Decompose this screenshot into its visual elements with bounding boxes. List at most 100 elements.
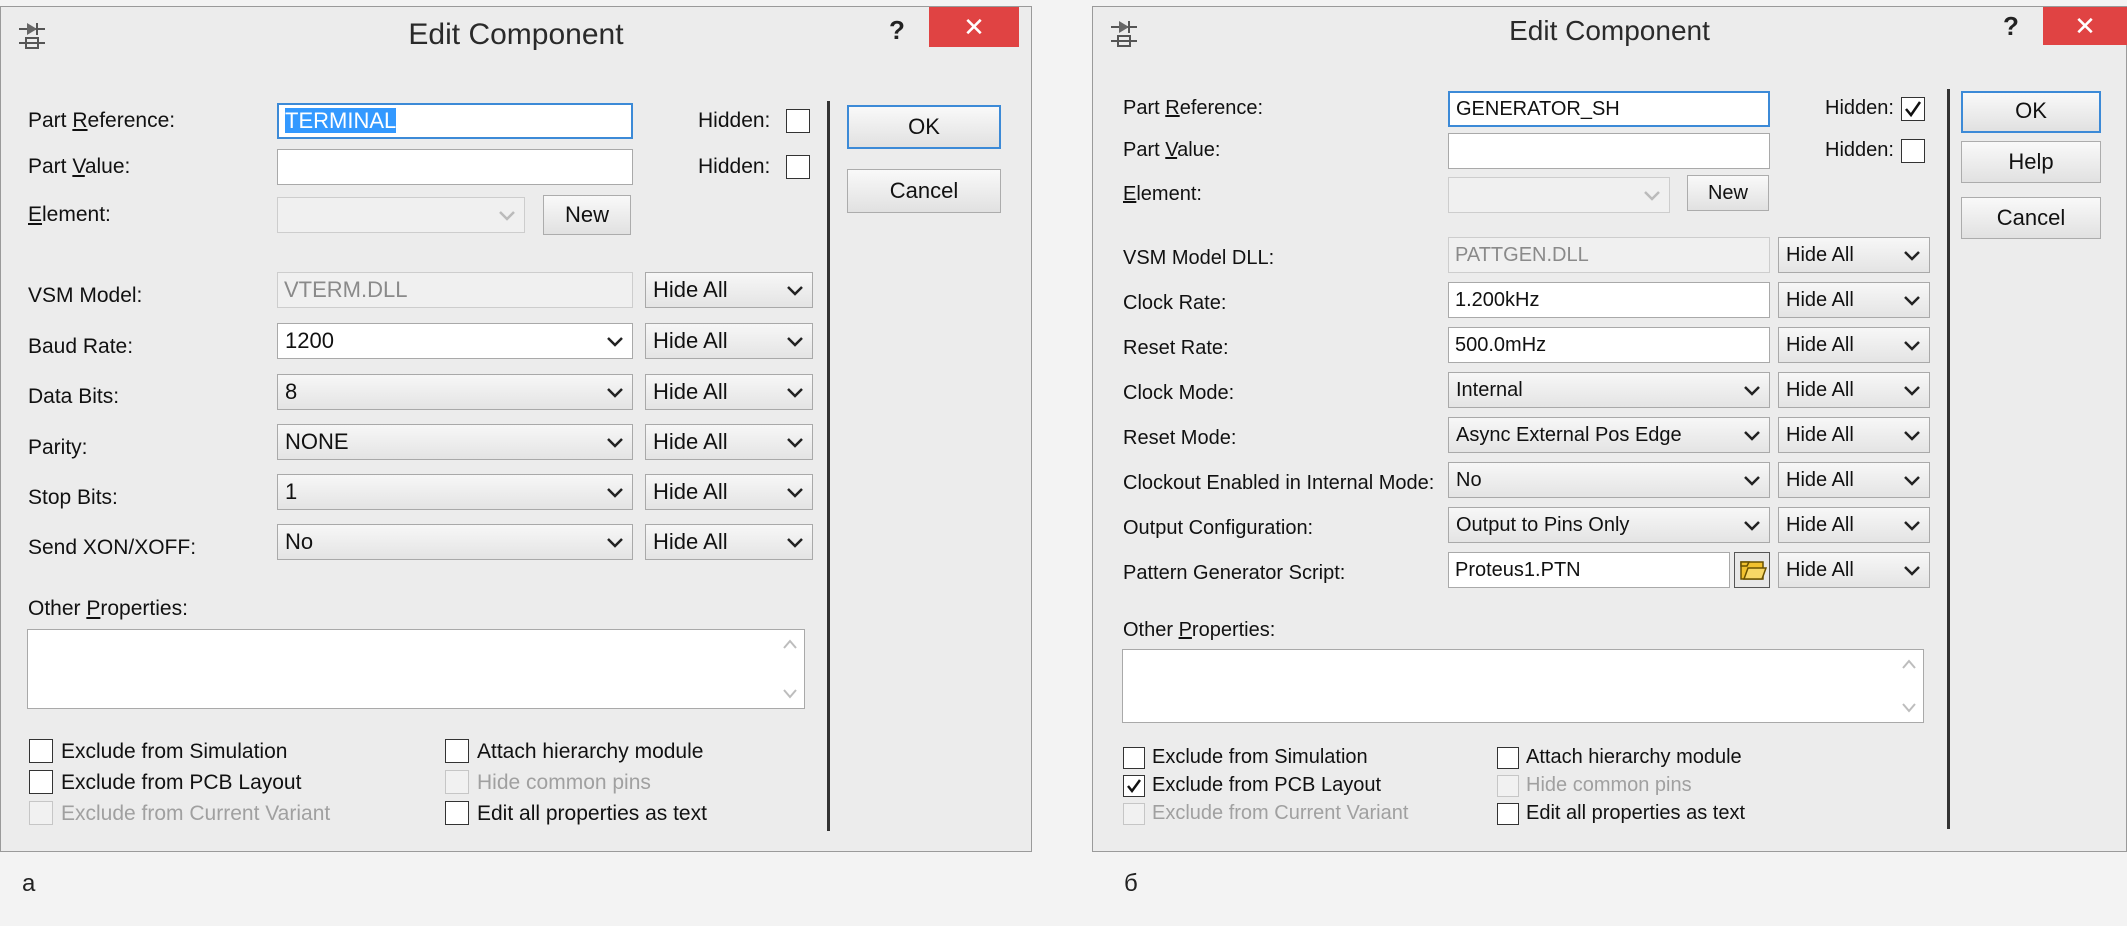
- title-bar[interactable]: Edit Component ? ✕: [1093, 7, 2127, 63]
- vsm-model-input: VTERM.DLL: [277, 272, 633, 308]
- element-select[interactable]: [1448, 177, 1670, 213]
- vsm-model-dll-visibility-select[interactable]: Hide All: [1778, 237, 1930, 273]
- help-button[interactable]: ?: [2003, 11, 2019, 42]
- vertical-separator: [827, 101, 830, 831]
- edit-as-text-label: Edit all properties as text: [477, 802, 707, 825]
- edit-as-text-label: Edit all properties as text: [1526, 802, 1745, 824]
- chevron-down-icon: [1899, 463, 1925, 497]
- textarea-scrollbar[interactable]: [776, 630, 804, 708]
- output-configuration-visibility-select[interactable]: Hide All: [1778, 507, 1930, 543]
- stop-bits-select[interactable]: 1: [277, 474, 633, 510]
- attach-hierarchy-checkbox[interactable]: [445, 739, 469, 763]
- prop-label: Data Bits:: [28, 385, 120, 408]
- title-bar[interactable]: Edit Component ? ✕: [1, 7, 1031, 67]
- scroll-up-icon[interactable]: [1901, 658, 1917, 670]
- textarea-scrollbar[interactable]: [1895, 650, 1923, 722]
- prop-label: VSM Model:: [28, 284, 143, 307]
- part-reference-hidden-checkbox[interactable]: [1901, 97, 1925, 121]
- chevron-down-icon: [1739, 508, 1765, 542]
- ok-button[interactable]: OK: [847, 105, 1001, 149]
- chevron-down-icon: [1739, 373, 1765, 407]
- element-label: Element:: [1123, 183, 1202, 205]
- help-button[interactable]: ?: [889, 15, 905, 46]
- data-bits-visibility-select[interactable]: Hide All: [645, 374, 813, 410]
- close-button[interactable]: ✕: [2043, 7, 2127, 45]
- clock-mode-visibility-select[interactable]: Hide All: [1778, 372, 1930, 408]
- exclude-variant-checkbox: [1123, 803, 1145, 825]
- send-xon-xoff-select[interactable]: No: [277, 524, 633, 560]
- reset-mode-visibility-select[interactable]: Hide All: [1778, 417, 1930, 453]
- clock-mode-select[interactable]: Internal: [1448, 372, 1770, 408]
- exclude-simulation-label: Exclude from Simulation: [1152, 746, 1368, 768]
- part-value-hidden-checkbox[interactable]: [786, 155, 810, 179]
- chevron-down-icon: [602, 525, 628, 559]
- element-select[interactable]: [277, 197, 525, 233]
- output-configuration-select[interactable]: Output to Pins Only: [1448, 507, 1770, 543]
- prop-label: Baud Rate:: [28, 335, 134, 358]
- element-label: Element:: [28, 203, 111, 226]
- part-value-hidden-checkbox[interactable]: [1901, 139, 1925, 163]
- chevron-down-icon: [1899, 238, 1925, 272]
- baud-rate-visibility-select[interactable]: Hide All: [645, 323, 813, 359]
- scroll-down-icon[interactable]: [1901, 702, 1917, 714]
- chevron-down-icon: [1899, 373, 1925, 407]
- part-reference-input[interactable]: GENERATOR_SH: [1448, 91, 1770, 127]
- prop-label: Clock Mode:: [1123, 382, 1235, 404]
- exclude-pcb-label: Exclude from PCB Layout: [61, 771, 302, 794]
- close-button[interactable]: ✕: [929, 7, 1019, 47]
- new-element-button[interactable]: New: [1687, 175, 1769, 211]
- pattern-script-visibility-select[interactable]: Hide All: [1778, 552, 1930, 588]
- cancel-button[interactable]: Cancel: [1961, 197, 2101, 239]
- vsm-model-dll-input: PATTGEN.DLL: [1448, 237, 1770, 273]
- chevron-down-icon: [602, 375, 628, 409]
- scroll-up-icon[interactable]: [782, 638, 798, 650]
- clock-rate-visibility-select[interactable]: Hide All: [1778, 282, 1930, 318]
- edit-as-text-checkbox[interactable]: [1497, 803, 1519, 825]
- ok-button[interactable]: OK: [1961, 91, 2101, 133]
- parity-visibility-select[interactable]: Hide All: [645, 424, 813, 460]
- part-reference-hidden-checkbox[interactable]: [786, 109, 810, 133]
- hidden-label: Hidden:: [698, 155, 771, 178]
- chevron-down-icon: [1739, 463, 1765, 497]
- stop-bits-visibility-select[interactable]: Hide All: [645, 474, 813, 510]
- reset-rate-input[interactable]: 500.0mHz: [1448, 327, 1770, 363]
- edit-as-text-checkbox[interactable]: [445, 801, 469, 825]
- checkmark-icon: [1127, 779, 1142, 794]
- browse-script-button[interactable]: [1734, 552, 1770, 588]
- figure-caption-b: б: [1124, 870, 1138, 897]
- clockout-enabled-visibility-select[interactable]: Hide All: [1778, 462, 1930, 498]
- reset-mode-select[interactable]: Async External Pos Edge: [1448, 417, 1770, 453]
- part-reference-input[interactable]: TERMINAL: [277, 103, 633, 139]
- prop-label: VSM Model DLL:: [1123, 247, 1275, 269]
- hide-common-pins-checkbox: [1497, 775, 1519, 797]
- reset-rate-visibility-select[interactable]: Hide All: [1778, 327, 1930, 363]
- part-value-input[interactable]: [1448, 133, 1770, 169]
- other-properties-label: Other Properties:: [1123, 619, 1276, 641]
- new-element-button[interactable]: New: [543, 195, 631, 235]
- send-xon-xoff-visibility-select[interactable]: Hide All: [645, 524, 813, 560]
- parity-select[interactable]: NONE: [277, 424, 633, 460]
- edit-component-dialog-b: Edit Component ? ✕ Part Reference: GENER…: [1092, 6, 2127, 852]
- exclude-pcb-checkbox[interactable]: [29, 770, 53, 794]
- chevron-down-icon: [782, 273, 808, 307]
- scroll-down-icon[interactable]: [782, 688, 798, 700]
- part-value-input[interactable]: [277, 149, 633, 185]
- exclude-simulation-checkbox[interactable]: [1123, 747, 1145, 769]
- checkmark-icon: [1905, 101, 1922, 118]
- pattern-script-input[interactable]: Proteus1.PTN: [1448, 552, 1730, 588]
- other-properties-textarea[interactable]: [1122, 649, 1924, 723]
- baud-rate-select[interactable]: 1200: [277, 323, 633, 359]
- other-properties-textarea[interactable]: [27, 629, 805, 709]
- exclude-pcb-checkbox[interactable]: [1123, 775, 1145, 797]
- edit-component-dialog-a: Edit Component ? ✕ Part Reference: TERMI…: [0, 6, 1032, 852]
- cancel-button[interactable]: Cancel: [847, 169, 1001, 213]
- vsm-model-visibility-select[interactable]: Hide All: [645, 272, 813, 308]
- clock-rate-input[interactable]: 1.200kHz: [1448, 282, 1770, 318]
- dialog-client-area: Part Reference: TERMINAL Hidden: Part Va…: [1, 67, 1031, 851]
- exclude-simulation-checkbox[interactable]: [29, 739, 53, 763]
- data-bits-select[interactable]: 8: [277, 374, 633, 410]
- figure-caption-a: а: [22, 870, 36, 897]
- clockout-enabled-select[interactable]: No: [1448, 462, 1770, 498]
- help-dialog-button[interactable]: Help: [1961, 141, 2101, 183]
- attach-hierarchy-checkbox[interactable]: [1497, 747, 1519, 769]
